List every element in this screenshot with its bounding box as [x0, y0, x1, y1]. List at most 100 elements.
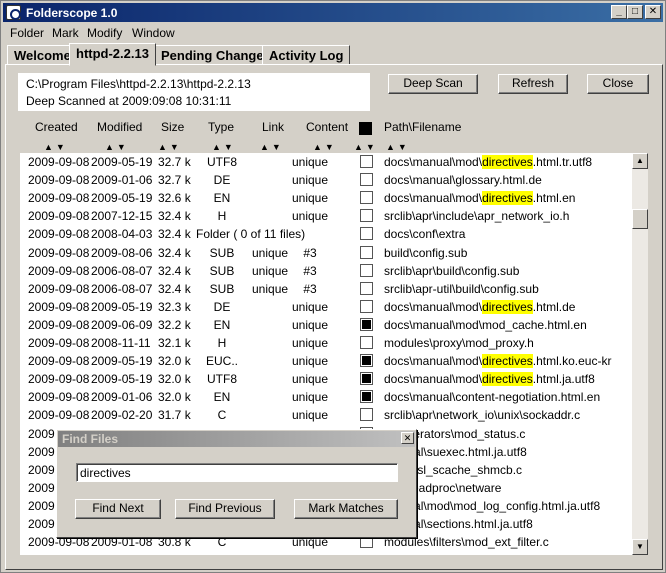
- mark-checkbox[interactable]: [360, 173, 373, 187]
- mark-matches-button[interactable]: Mark Matches: [294, 499, 398, 519]
- row-content: unique: [291, 408, 329, 423]
- mark-checkbox[interactable]: [360, 408, 373, 422]
- column-mark-icon[interactable]: [359, 122, 372, 135]
- column-type[interactable]: Type: [208, 120, 234, 134]
- table-row[interactable]: 2009-09-08 2009-05-19 32.0 k UTF8 unique docs…: [20, 370, 632, 388]
- menu-window[interactable]: Window: [132, 26, 175, 40]
- mark-checkbox[interactable]: [360, 245, 373, 259]
- tab-welcome[interactable]: Welcome: [7, 45, 78, 65]
- column-created[interactable]: Created: [35, 120, 78, 134]
- find-dialog-close-button[interactable]: ✕: [401, 432, 414, 444]
- table-row[interactable]: 2009-09-08 2009-01-06 32.0 k EN unique docs\m…: [20, 388, 632, 406]
- vertical-scrollbar[interactable]: ▲ ▼: [632, 153, 648, 555]
- table-row[interactable]: 2009-09-08 2009-05-19 32.0 k EUC.. unique doc…: [20, 352, 632, 370]
- sort-link-icon[interactable]: ▲▼: [260, 142, 284, 152]
- mark-checkbox[interactable]: [360, 336, 373, 349]
- row-created: 2009-09-08: [28, 372, 90, 387]
- minimize-icon: _: [616, 6, 622, 17]
- sort-content-icon[interactable]: ▲▼: [313, 142, 337, 152]
- folder-path: C:\Program Files\httpd-2.2.13\httpd-2.2.…: [26, 77, 251, 91]
- column-content[interactable]: Content: [306, 120, 348, 134]
- find-dialog-titlebar[interactable]: Find Files ✕: [58, 431, 415, 447]
- row-type: Folder ( 0 of 11 files): [196, 227, 306, 242]
- row-path: srclib\apr\build\config.sub: [384, 264, 519, 278]
- mark-checkbox[interactable]: [360, 354, 373, 368]
- row-path-text: modules\proxy\mod_proxy.h: [384, 336, 534, 350]
- find-query-input[interactable]: [76, 463, 398, 482]
- table-row[interactable]: 2009-09-08 2006-08-07 32.4 k SUB unique #3 src…: [20, 262, 632, 280]
- tab-httpd[interactable]: httpd-2.2.13: [69, 43, 156, 66]
- row-size: 32.2 k: [158, 317, 191, 332]
- sort-type-icon[interactable]: ▲▼: [212, 142, 236, 152]
- table-row[interactable]: 2009-09-08 2009-06-09 32.2 k EN unique docs\m…: [20, 316, 632, 334]
- sort-created-icon[interactable]: ▲▼: [44, 142, 68, 152]
- row-modified: 2009-01-06: [91, 173, 153, 188]
- row-path-text: srclib\apr-util\build\config.sub: [384, 281, 539, 296]
- row-size: 32.7 k: [158, 173, 191, 188]
- column-modified[interactable]: Modified: [97, 120, 142, 134]
- row-content: unique: [291, 173, 329, 188]
- minimize-button[interactable]: _: [611, 5, 627, 19]
- find-dialog-title: Find Files: [62, 432, 119, 446]
- deep-scan-button[interactable]: Deep Scan: [388, 74, 478, 94]
- row-modified: 2009-01-06: [91, 390, 153, 405]
- mark-checkbox[interactable]: [360, 372, 373, 386]
- row-created: 2009-09-08: [28, 191, 90, 206]
- title-bar[interactable]: Folderscope 1.0 _ □ ✕: [3, 3, 663, 22]
- row-created: 2009-09-08: [28, 245, 90, 260]
- find-next-button[interactable]: Find Next: [75, 499, 161, 519]
- sort-mark-icon[interactable]: ▲▼: [354, 142, 378, 152]
- table-row[interactable]: 2009-09-08 2009-05-19 32.3 k DE unique docs\m…: [20, 298, 632, 316]
- row-path: build\config.sub: [384, 246, 467, 260]
- table-row[interactable]: 2009-09-08 2009-01-06 32.7 k DE unique docs\m…: [20, 171, 632, 189]
- find-previous-button[interactable]: Find Previous: [175, 499, 275, 519]
- table-row[interactable]: 2009-09-08 2008-04-03 32.4 k Folder ( 0 of …: [20, 225, 632, 243]
- menu-modify[interactable]: Modify: [87, 26, 122, 40]
- mark-checkbox[interactable]: [360, 299, 373, 313]
- table-row[interactable]: 2009-09-08 2008-11-11 32.1 k Hunique modules…: [20, 334, 632, 352]
- row-type: EN: [213, 390, 231, 405]
- menu-folder[interactable]: Folder: [10, 26, 44, 40]
- table-row[interactable]: 2009-09-08 2006-08-07 32.4 k SUB unique #3 src…: [20, 280, 632, 298]
- refresh-button[interactable]: Refresh: [498, 74, 568, 94]
- tab-pending-changes[interactable]: Pending Changes: [154, 45, 278, 65]
- mark-checkbox[interactable]: [360, 155, 373, 168]
- close-button[interactable]: Close: [587, 74, 649, 94]
- table-row[interactable]: 2009-09-08 2009-02-20 31.7 k Cunique srclib\…: [20, 406, 632, 424]
- mark-checkbox[interactable]: [360, 191, 373, 205]
- window-title: Folderscope 1.0: [26, 6, 118, 20]
- mark-checkbox[interactable]: [360, 281, 373, 295]
- mark-checkbox[interactable]: [360, 317, 373, 331]
- mark-checkbox[interactable]: [360, 390, 373, 404]
- scroll-up-icon[interactable]: ▲: [632, 153, 648, 169]
- menu-mark[interactable]: Mark: [52, 26, 79, 40]
- scroll-down-icon[interactable]: ▼: [632, 539, 648, 555]
- sort-size-icon[interactable]: ▲▼: [158, 142, 182, 152]
- table-row[interactable]: 2009-09-08 2009-05-19 32.7 k UTF8 unique docs…: [20, 153, 632, 171]
- row-path-suffix: .html.ko.euc-kr: [532, 354, 612, 369]
- row-content: unique: [291, 317, 329, 332]
- row-type: SUB: [209, 281, 235, 296]
- row-content: unique: [291, 390, 329, 405]
- row-modified: 2008-04-03: [91, 227, 153, 242]
- table-row[interactable]: 2009-09-08 2009-05-19 32.6 k EN unique docs\m…: [20, 189, 632, 207]
- column-link[interactable]: Link: [262, 120, 284, 134]
- table-row[interactable]: 2009-09-08 2007-12-15 32.4 k Hunique srclib\…: [20, 207, 632, 225]
- sort-path-icon[interactable]: ▲▼: [386, 142, 410, 152]
- scroll-thumb[interactable]: [632, 209, 648, 229]
- mark-checkbox[interactable]: [360, 209, 373, 223]
- mark-checkbox[interactable]: [360, 227, 373, 241]
- row-content: unique: [291, 155, 329, 169]
- main-window: Folderscope 1.0 _ □ ✕ Folder Mark Modify…: [0, 0, 666, 573]
- close-window-button[interactable]: ✕: [645, 5, 661, 19]
- tab-activity-log[interactable]: Activity Log: [262, 45, 351, 65]
- table-row[interactable]: 2009-09-08 2009-08-06 32.4 k SUB unique #3 bui…: [20, 244, 632, 262]
- row-created: 2009-09-08: [28, 408, 90, 423]
- maximize-button[interactable]: □: [627, 5, 643, 19]
- column-size[interactable]: Size: [161, 120, 184, 134]
- sort-modified-icon[interactable]: ▲▼: [105, 142, 129, 152]
- row-type: C: [217, 408, 227, 423]
- row-path-text: docs\manual\mod\: [384, 354, 483, 369]
- mark-checkbox[interactable]: [360, 263, 373, 277]
- column-path[interactable]: Path\Filename: [384, 120, 461, 134]
